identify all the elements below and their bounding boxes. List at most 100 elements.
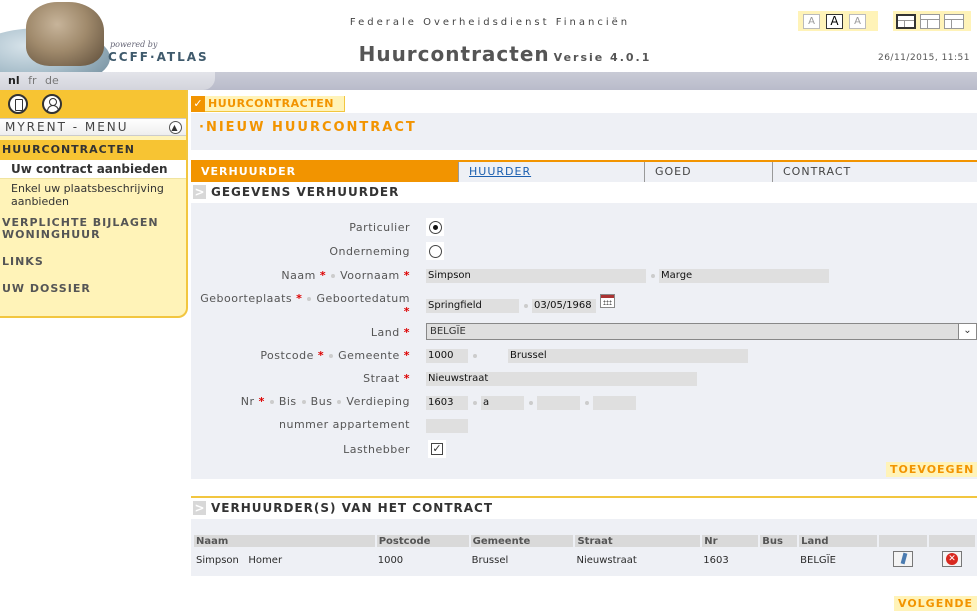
chevron-down-icon[interactable]: ⌄	[958, 324, 976, 339]
label-nummer-appartement: nummer appartement	[279, 418, 410, 431]
page-title: ·NIEUW HUURCONTRACT	[199, 120, 417, 135]
cell-land: BELGÏE	[800, 554, 836, 566]
col-header-delete	[927, 535, 977, 547]
land-select[interactable]: BELGÏE ⌄	[426, 323, 977, 340]
postcode-input[interactable]: 1000	[426, 349, 468, 363]
col-header-bus: Bus	[759, 535, 800, 547]
bus-input[interactable]	[537, 396, 580, 410]
label-straat: Straat *	[363, 372, 410, 385]
table-header-row: Naam Postcode Gemeente Straat Nr Bus Lan…	[194, 535, 977, 547]
verhuurders-table: Naam Postcode Gemeente Straat Nr Bus Lan…	[194, 535, 977, 573]
sidebar-subitem-plaatsbeschrijving[interactable]: Enkel uw plaatsbeschrijving aanbieden	[0, 179, 186, 211]
label-naam-voornaam: Naam * Voornaam *	[281, 269, 410, 282]
calendar-icon[interactable]	[600, 294, 615, 308]
lang-nl-link[interactable]: nl	[8, 74, 20, 87]
col-header-gemeente: Gemeente	[469, 535, 576, 547]
label-geboorteplaats-datum: Geboorteplaats * Geboortedatum *	[200, 292, 410, 318]
label-onderneming: Onderneming	[329, 245, 410, 258]
layout-2-icon[interactable]	[920, 13, 940, 29]
gemeente-input[interactable]: Brussel	[508, 349, 748, 363]
label-land: Land *	[370, 326, 410, 339]
timestamp: 26/11/2015, 11:51	[877, 53, 970, 63]
naam-input[interactable]: Simpson	[426, 269, 646, 283]
language-switcher: nl fr de	[0, 72, 215, 90]
nr-input[interactable]: 1603	[426, 396, 468, 410]
sidebar-item-uw-dossier[interactable]: UW DOSSIER	[0, 282, 186, 295]
label-particulier: Particulier	[349, 221, 410, 234]
col-header-postcode: Postcode	[375, 535, 471, 547]
logout-door-icon[interactable]	[8, 94, 28, 114]
voornaam-input[interactable]: Marge	[659, 269, 829, 283]
lang-fr-link[interactable]: fr	[28, 74, 36, 87]
section-title-verhuurders: VERHUURDER(S) VAN HET CONTRACT	[211, 501, 494, 515]
ccff-atlas-logo: powered by CCFF·ATLAS	[0, 0, 230, 88]
geboorteplaats-input[interactable]: Springfield	[426, 299, 519, 313]
geboortedatum-input[interactable]: 03/05/1968	[532, 299, 596, 313]
radio-onderneming[interactable]	[426, 242, 444, 260]
font-size-switcher: A A A	[798, 11, 878, 31]
radio-particulier[interactable]	[426, 218, 444, 236]
cell-bus	[759, 547, 798, 573]
section-arrow-icon: >	[193, 185, 206, 199]
wizard-tabs: VERHUURDER HUURDER GOED CONTRACT	[191, 160, 977, 182]
layout-3-icon[interactable]	[944, 13, 964, 29]
sidebar-icons	[0, 90, 186, 118]
tab-contract[interactable]: CONTRACT	[773, 162, 977, 182]
sidebar-subitem-contract-aanbieden[interactable]: Uw contract aanbieden	[0, 160, 186, 179]
col-header-naam: Naam	[194, 535, 377, 547]
sidebar-item-links[interactable]: LINKS	[0, 255, 186, 268]
font-size-small-button[interactable]: A	[803, 13, 820, 29]
checkmark-icon: ✓	[431, 442, 443, 455]
menu-header: MYRENT - MENU ▲	[0, 118, 186, 136]
tab-goed[interactable]: GOED	[645, 162, 773, 182]
edit-icon[interactable]	[893, 550, 914, 567]
menu-title: MYRENT - MENU	[5, 120, 129, 134]
section-header-verhuurders: > VERHUURDER(S) VAN HET CONTRACT	[191, 499, 977, 519]
sidebar-item-verplichte-bijlagen[interactable]: VERPLICHTE BIJLAGEN WONINGHUUR	[0, 217, 186, 241]
app-header: powered by CCFF·ATLAS Federale Overheids…	[0, 0, 977, 88]
statue-image	[26, 2, 104, 66]
font-size-medium-button[interactable]: A	[826, 13, 843, 29]
font-size-large-button[interactable]: A	[849, 13, 866, 29]
bis-input[interactable]: a	[481, 396, 524, 410]
section-divider	[191, 496, 977, 498]
col-header-straat: Straat	[574, 535, 703, 547]
col-header-nr: Nr	[701, 535, 761, 547]
tab-huurder[interactable]: HUURDER	[459, 162, 645, 182]
breadcrumb: ✓ HUURCONTRACTEN	[191, 96, 345, 112]
lasthebber-checkbox[interactable]: ✓	[428, 440, 446, 458]
cell-naam: Simpson Homer	[196, 554, 283, 566]
checkmark-icon: ✓	[191, 96, 205, 112]
cell-postcode: 1000	[377, 554, 404, 566]
powered-by-text: powered by	[110, 40, 158, 49]
lang-de-link[interactable]: de	[45, 74, 59, 87]
layout-1-icon[interactable]	[896, 13, 916, 29]
section-title: GEGEVENS VERHUURDER	[211, 185, 400, 199]
col-header-edit	[878, 535, 929, 547]
collapse-menu-icon[interactable]: ▲	[169, 121, 182, 134]
label-nr-bis-bus-verdieping: Nr * Bis Bus Verdieping	[240, 395, 410, 408]
cell-gemeente: Brussel	[471, 554, 509, 566]
breadcrumb-label[interactable]: HUURCONTRACTEN	[208, 97, 334, 110]
brand-name: CCFF·ATLAS	[108, 50, 209, 64]
label-lasthebber: Lasthebber	[343, 443, 410, 456]
cell-straat: Nieuwstraat	[576, 554, 637, 566]
layout-switcher	[893, 11, 971, 31]
toevoegen-button[interactable]: TOEVOEGEN	[886, 462, 977, 477]
app-version: Versie 4.0.1	[553, 51, 652, 64]
user-profile-icon[interactable]	[42, 94, 62, 114]
sidebar: MYRENT - MENU ▲ HUURCONTRACTEN Uw contra…	[0, 90, 188, 318]
straat-input[interactable]: Nieuwstraat	[426, 372, 697, 386]
app-title-text: Huurcontracten	[358, 42, 550, 66]
nummer-appartement-input[interactable]	[426, 419, 468, 433]
app-title: Huurcontracten Versie 4.0.1	[330, 42, 680, 66]
tab-verhuurder[interactable]: VERHUURDER	[191, 162, 459, 182]
section-arrow-icon: >	[193, 501, 206, 515]
col-header-land: Land	[798, 535, 880, 547]
table-row: Simpson Homer 1000 Brussel Nieuwstraat 1…	[194, 547, 976, 573]
delete-icon[interactable]: ✕	[941, 550, 962, 567]
sidebar-item-huurcontracten[interactable]: HUURCONTRACTEN	[0, 140, 186, 160]
agency-name: Federale Overheidsdienst Financiën	[349, 17, 631, 28]
volgende-button[interactable]: VOLGENDE	[894, 596, 977, 611]
verdieping-input[interactable]	[593, 396, 636, 410]
